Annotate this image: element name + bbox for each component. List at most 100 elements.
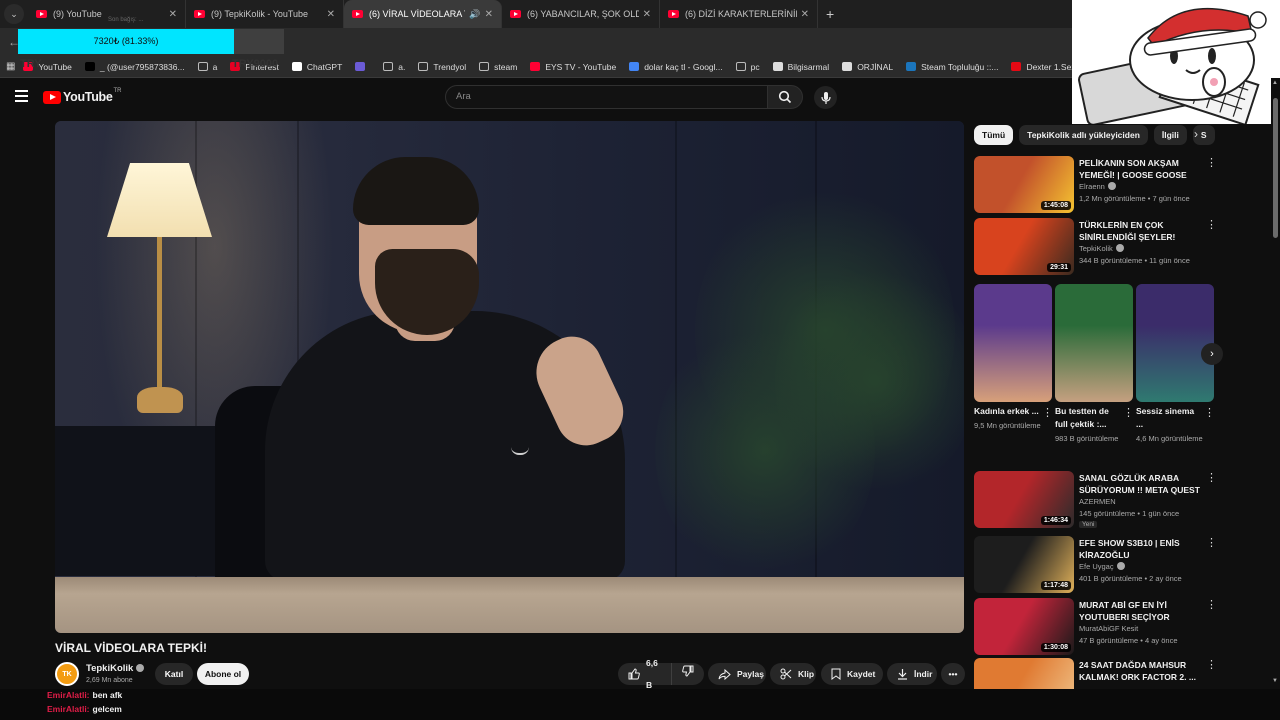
- tab-search-button[interactable]: ⌄: [4, 4, 24, 24]
- recommended-channel-row[interactable]: AZERMEN: [1079, 497, 1116, 506]
- short-thumbnail[interactable]: [1136, 284, 1214, 402]
- clip-button[interactable]: Klip: [770, 663, 816, 685]
- more-vertical-icon[interactable]: ⋮: [1206, 473, 1217, 484]
- recommended-video[interactable]: 1:45:08 PELİKANIN SON AKŞAM YEMEĞİ! | GOO…: [974, 156, 1220, 214]
- browser-tab[interactable]: (6) YABANCILAR, ŞOK OLDUKLA ✕: [502, 0, 660, 28]
- video-player[interactable]: [55, 121, 964, 633]
- short-title[interactable]: Kadınla erkek ...: [974, 405, 1040, 418]
- recommended-channel-row[interactable]: MuratAbiGF Kesit: [1079, 624, 1138, 633]
- recommended-channel[interactable]: MuratAbiGF Kesit: [1079, 624, 1138, 633]
- more-vertical-icon[interactable]: ⋮: [1042, 406, 1053, 419]
- recommended-video[interactable]: 29:31 TÜRKLERİN EN ÇOK SİNİRLENDİĞİ ŞEYLE…: [974, 218, 1220, 276]
- short-thumbnail[interactable]: [1055, 284, 1133, 402]
- short-title[interactable]: Bu testten de full çektik :...: [1055, 405, 1121, 431]
- recommended-channel[interactable]: Elraenn: [1079, 182, 1105, 191]
- channel-name[interactable]: TepkiKolik: [86, 663, 133, 674]
- menu-icon[interactable]: [15, 90, 28, 105]
- scrollbar-thumb[interactable]: [1273, 98, 1278, 238]
- like-button[interactable]: 6,6 B: [618, 658, 672, 690]
- browser-tab[interactable]: (6) DİZİ KARAKTERLERİNİN FAV ✕: [660, 0, 818, 28]
- bookmark-item[interactable]: dolar kaç tl - Googl...: [629, 62, 723, 72]
- close-tab-icon[interactable]: ✕: [327, 9, 335, 20]
- channel-avatar[interactable]: TK: [55, 662, 79, 686]
- bookmark-item[interactable]: a: [197, 62, 217, 72]
- speaker-icon[interactable]: 🔊: [469, 9, 480, 20]
- recommended-channel[interactable]: Efe Uygaç: [1079, 562, 1114, 571]
- recommended-title[interactable]: MURAT ABİ GF EN İYİ YOUTUBERI SEÇİYOR (S…: [1079, 599, 1203, 623]
- more-vertical-icon[interactable]: ⋮: [1123, 406, 1134, 419]
- recommended-video[interactable]: 1:17:48 EFE SHOW S3B10 | ENİS KİRAZOĞLU Ef…: [974, 536, 1220, 594]
- more-vertical-icon[interactable]: ⋮: [1206, 600, 1217, 611]
- more-vertical-icon[interactable]: ⋮: [1206, 538, 1217, 549]
- video-thumbnail[interactable]: 1:30:08: [974, 598, 1074, 655]
- browser-tab[interactable]: (9) TepkiKolik - YouTube ✕: [186, 0, 344, 28]
- short-video[interactable]: Kadınla erkek ... 9,5 Mn görüntüleme ⋮: [974, 284, 1053, 432]
- bookmark-item[interactable]: _ (@user795873836...: [84, 62, 185, 72]
- more-actions-button[interactable]: •••: [941, 663, 965, 685]
- video-thumbnail[interactable]: 1:45:08: [974, 156, 1074, 213]
- bookmark-item[interactable]: steam: [479, 62, 517, 72]
- search-input[interactable]: Ara: [445, 85, 768, 109]
- more-vertical-icon[interactable]: ⋮: [1204, 406, 1215, 419]
- bookmark-item[interactable]: Trendyol: [418, 62, 466, 72]
- more-vertical-icon[interactable]: ⋮: [1206, 158, 1217, 169]
- bookmark-item[interactable]: Bilgisarmal: [772, 62, 829, 72]
- browser-tab[interactable]: (6) VİRAL VİDEOLARA TEPKİ 🔊 ✕: [344, 0, 502, 28]
- filter-chip[interactable]: Tümü: [974, 125, 1014, 145]
- video-thumbnail[interactable]: 29:31: [974, 218, 1074, 275]
- more-vertical-icon[interactable]: ⋮: [1206, 220, 1217, 231]
- short-video[interactable]: Bu testten de full çektik :... 983 B görü…: [1055, 284, 1134, 445]
- bookmark-item[interactable]: [355, 62, 370, 71]
- recommended-channel-row[interactable]: Elraenn: [1079, 182, 1116, 191]
- chevron-right-icon[interactable]: ›: [1194, 127, 1198, 141]
- scroll-down-icon[interactable]: ▼: [1272, 678, 1278, 684]
- subscribe-button[interactable]: Abone ol: [197, 663, 249, 685]
- recommended-channel[interactable]: AZERMEN: [1079, 497, 1116, 506]
- close-tab-icon[interactable]: ✕: [801, 9, 809, 20]
- bookmark-item[interactable]: EYS TV - YouTube: [530, 62, 616, 72]
- short-thumbnail[interactable]: [974, 284, 1052, 402]
- close-tab-icon[interactable]: ✕: [169, 9, 177, 20]
- bookmark-item[interactable]: Steam Topluluğu ::...: [906, 62, 998, 72]
- recommended-title[interactable]: EFE SHOW S3B10 | ENİS KİRAZOĞLU: [1079, 537, 1203, 561]
- download-button[interactable]: İndir: [887, 663, 937, 685]
- filter-chip[interactable]: TepkiKolik adlı yükleyiciden: [1019, 125, 1148, 145]
- new-tab-button[interactable]: +: [826, 6, 834, 22]
- close-tab-icon[interactable]: ✕: [643, 9, 651, 20]
- bookmark-item[interactable]: ChatGPT: [291, 62, 342, 72]
- close-tab-icon[interactable]: ✕: [485, 9, 493, 20]
- recommended-title[interactable]: SANAL GÖZLÜK ARABA SÜRÜYORUM !! META QUE…: [1079, 472, 1203, 496]
- recommended-title[interactable]: PELİKANIN SON AKŞAM YEMEĞİ! | GOOSE GOOS…: [1079, 157, 1203, 181]
- youtube-logo[interactable]: YouTube TR: [43, 88, 122, 104]
- video-thumbnail[interactable]: 1:46:34: [974, 471, 1074, 528]
- filter-chip[interactable]: İlgili: [1153, 125, 1187, 145]
- channel-name-row[interactable]: TepkiKolik: [86, 663, 145, 674]
- page-scrollbar[interactable]: [1271, 78, 1280, 689]
- browser-tab[interactable]: (9) YouTube ✕: [28, 0, 186, 28]
- recommended-video[interactable]: 1:46:34 SANAL GÖZLÜK ARABA SÜRÜYORUM !! M…: [974, 471, 1220, 529]
- video-thumbnail[interactable]: 1:17:48: [974, 536, 1074, 593]
- recommended-title[interactable]: TÜRKLERİN EN ÇOK SİNİRLENDİĞİ ŞEYLER!: [1079, 219, 1203, 243]
- apps-grid-icon[interactable]: ▦: [6, 61, 15, 72]
- search-button[interactable]: [767, 85, 803, 109]
- bookmark-item[interactable]: pc: [735, 62, 760, 72]
- video-duration: 1:30:08: [1040, 643, 1071, 652]
- share-button[interactable]: Paylaş: [708, 663, 766, 685]
- recommended-channel-row[interactable]: Efe Uygaç: [1079, 562, 1125, 571]
- voice-search-button[interactable]: [814, 86, 837, 109]
- bookmark-item[interactable]: a.: [383, 62, 405, 72]
- recommended-video[interactable]: 1:30:08 MURAT ABİ GF EN İYİ YOUTUBERI SEÇ…: [974, 598, 1220, 656]
- bookmark-item[interactable]: ORJİNAL: [842, 62, 893, 72]
- recommended-channel[interactable]: TepkiKolik: [1079, 244, 1113, 253]
- join-button[interactable]: Katıl: [155, 663, 193, 685]
- more-vertical-icon[interactable]: ⋮: [1206, 660, 1217, 671]
- dislike-button[interactable]: [672, 663, 704, 685]
- recommended-channel-row[interactable]: TepkiKolik: [1079, 244, 1124, 253]
- short-video[interactable]: Sessiz sinema ... 4,6 Mn görüntüleme ⋮: [1136, 284, 1215, 445]
- recommended-title[interactable]: 24 SAAT DAĞDA MAHSUR KALMAK! ORK FACTOR …: [1079, 659, 1203, 683]
- save-button[interactable]: Kaydet: [821, 663, 883, 685]
- shorts-next-button[interactable]: ›: [1201, 343, 1223, 365]
- short-title[interactable]: Sessiz sinema ...: [1136, 405, 1202, 431]
- folder-icon: [479, 62, 490, 71]
- scroll-up-icon[interactable]: ▲: [1272, 80, 1278, 86]
